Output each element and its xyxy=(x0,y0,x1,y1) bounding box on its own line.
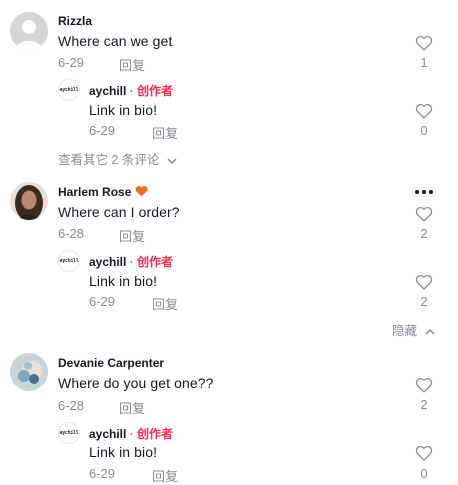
reply-text: Link in bio! xyxy=(89,273,158,289)
creator-avatar-logo: aychill xyxy=(59,87,79,93)
orange-heart-icon xyxy=(135,186,148,197)
view-more-label: 查看其它 2 条评论 xyxy=(58,153,160,167)
reply-text: Link in bio! xyxy=(89,102,158,118)
like-count: 1 xyxy=(420,55,428,70)
reply-date: 6-29 xyxy=(89,123,116,138)
reply-username[interactable]: aychill xyxy=(89,84,126,98)
reply-username[interactable]: aychill xyxy=(89,255,126,269)
comment-username[interactable]: Devanie Carpenter xyxy=(58,356,164,370)
comment-text: Where can I order? xyxy=(58,204,180,220)
like-heart-icon[interactable] xyxy=(415,103,433,119)
comment-text: Where do you get one?? xyxy=(58,375,214,391)
view-more-replies-button[interactable]: 查看其它 2 条评论 xyxy=(58,149,177,168)
comment-username[interactable]: Rizzla xyxy=(58,14,92,28)
comment-date: 6-28 xyxy=(58,398,85,413)
comment-username-wrap: Harlem Rose xyxy=(58,185,148,199)
hide-label: 隐藏 xyxy=(392,324,418,338)
comment-date: 6-29 xyxy=(58,55,85,70)
comment-date: 6-28 xyxy=(58,226,85,241)
like-count: 0 xyxy=(420,123,428,138)
reply-button[interactable]: 回复 xyxy=(119,398,145,417)
creator-avatar-logo: aychill xyxy=(59,258,79,264)
like-heart-icon[interactable] xyxy=(415,35,433,51)
creator-avatar[interactable]: aychill xyxy=(58,250,80,272)
reply-button[interactable]: 回复 xyxy=(152,466,178,485)
like-count: 2 xyxy=(420,397,428,412)
separator-dot: · xyxy=(129,84,134,98)
like-heart-icon[interactable] xyxy=(415,206,433,222)
reply-button[interactable]: 回复 xyxy=(152,123,178,142)
chevron-down-icon xyxy=(167,158,177,164)
user-photo-icon xyxy=(10,353,48,391)
separator-dot: · xyxy=(129,255,134,269)
more-options-icon[interactable] xyxy=(414,189,434,195)
reply-username[interactable]: aychill xyxy=(89,427,126,441)
reply-header: aychill · 创作者 xyxy=(89,425,173,442)
avatar[interactable] xyxy=(10,12,48,50)
reply-header: aychill · 创作者 xyxy=(89,82,173,99)
comment-text: Where can we get xyxy=(58,33,173,49)
reply-button[interactable]: 回复 xyxy=(119,55,145,74)
creator-avatar[interactable]: aychill xyxy=(58,422,80,444)
reply-date: 6-29 xyxy=(89,466,116,481)
reply-header: aychill · 创作者 xyxy=(89,253,173,270)
default-user-icon xyxy=(10,12,48,50)
reply-date: 6-29 xyxy=(89,294,116,309)
separator-dot: · xyxy=(129,427,134,441)
creator-badge: 创作者 xyxy=(137,427,174,441)
creator-badge: 创作者 xyxy=(137,84,174,98)
chevron-up-icon xyxy=(424,328,435,335)
like-heart-icon[interactable] xyxy=(415,445,433,461)
reply-text: Link in bio! xyxy=(89,444,158,460)
like-count: 2 xyxy=(420,226,428,241)
creator-avatar[interactable]: aychill xyxy=(58,79,80,101)
avatar[interactable] xyxy=(10,353,48,391)
avatar[interactable] xyxy=(10,182,48,220)
creator-avatar-logo: aychill xyxy=(59,430,79,436)
like-heart-icon[interactable] xyxy=(415,377,433,393)
like-count: 0 xyxy=(420,466,428,481)
reply-button[interactable]: 回复 xyxy=(152,294,178,313)
like-heart-icon[interactable] xyxy=(415,274,433,290)
creator-badge: 创作者 xyxy=(137,255,174,269)
reply-button[interactable]: 回复 xyxy=(119,226,145,245)
hide-replies-button[interactable]: 隐藏 xyxy=(392,320,435,339)
like-count: 2 xyxy=(420,294,428,309)
comment-username[interactable]: Harlem Rose xyxy=(58,185,131,199)
user-photo-icon xyxy=(10,182,48,220)
